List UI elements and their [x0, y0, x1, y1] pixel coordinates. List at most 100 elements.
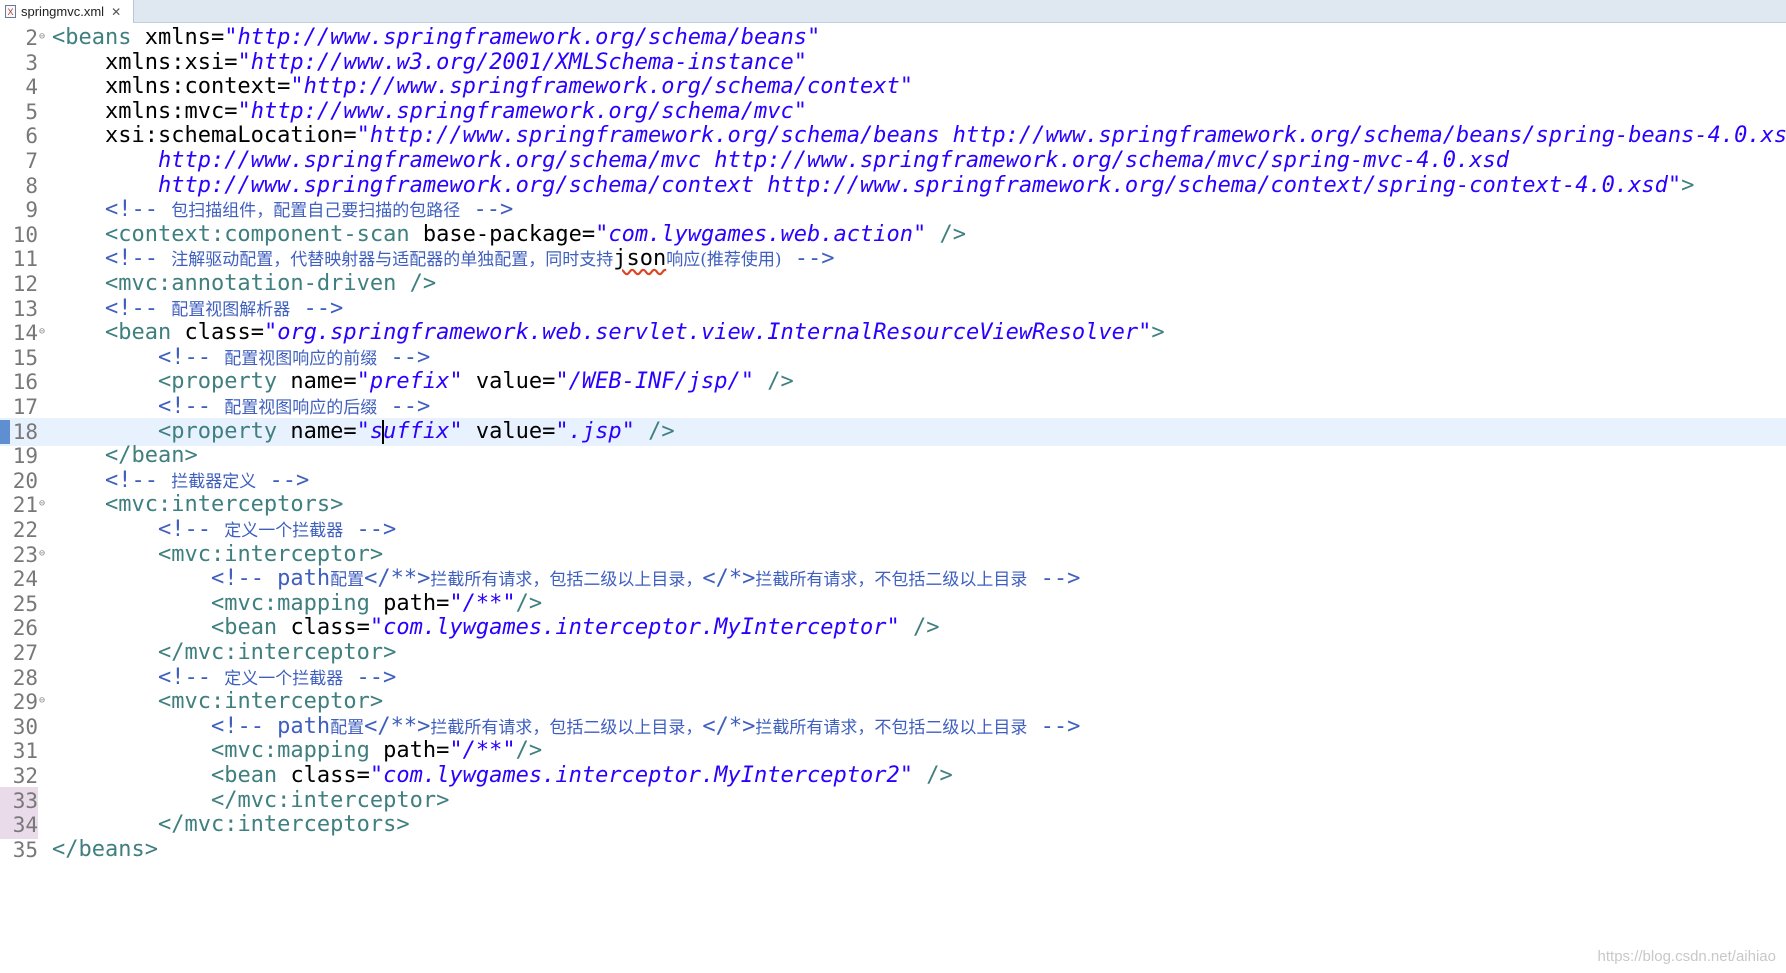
- code-token: -->: [460, 197, 514, 223]
- line-number: 35: [12, 837, 38, 862]
- code-token: "http://www.springframework.org/schema/b…: [356, 123, 1786, 149]
- code-token: "org.springframework.web.servlet.view.In…: [263, 320, 1152, 346]
- code-token: -->: [343, 664, 397, 690]
- code-token: base-package: [422, 221, 582, 247]
- code-token: />: [754, 369, 794, 395]
- code-token: >: [1681, 172, 1695, 198]
- code-token: 定义一个拦截器: [224, 668, 344, 689]
- code-token: -->: [781, 246, 835, 272]
- code-token: 配置视图响应的后缀: [224, 398, 378, 418]
- tab-springmvc-xml[interactable]: X springmvc.xml ✕: [0, 0, 134, 23]
- code-token: =: [436, 590, 450, 616]
- xml-file-icon: X: [5, 5, 16, 18]
- code-token: =: [277, 74, 291, 100]
- code-token: path: [383, 738, 437, 764]
- code-token: <!--: [104, 467, 172, 493]
- code-token: -->: [377, 394, 431, 419]
- code-token: =: [224, 49, 238, 75]
- fold-toggle-icon[interactable]: ⊖: [39, 491, 48, 517]
- code-token: <!--: [157, 664, 225, 690]
- code-token: <mvc:interceptor>: [157, 689, 384, 715]
- code-token: -->: [290, 295, 344, 321]
- code-token: />: [926, 221, 966, 247]
- code-token: value: [475, 418, 543, 444]
- code-token: class: [290, 763, 357, 788]
- code-token: 配置视图响应的前缀: [224, 348, 378, 369]
- code-token: 拦截器定义: [171, 471, 257, 492]
- code-token: "s: [356, 418, 384, 444]
- code-token: <property: [157, 369, 291, 395]
- code-token: xmlns: [144, 25, 211, 50]
- fold-toggle-icon[interactable]: ⊖: [39, 541, 48, 567]
- code-token: =: [343, 369, 357, 395]
- code-token: =: [224, 98, 238, 124]
- code-token: http://www.springframework.org/schema/co…: [157, 172, 1682, 198]
- code-token: json: [613, 246, 667, 272]
- code-token: "/WEB-INF/jsp/": [555, 369, 755, 395]
- code-token: "http://www.springframework.org/schema/b…: [224, 25, 821, 50]
- code-token: </**>: [364, 566, 431, 592]
- code-token: 拦截所有请求，不包括二级以上目录: [755, 570, 1028, 591]
- fold-toggle-icon[interactable]: ⊖: [39, 319, 48, 345]
- code-token: =: [581, 221, 596, 247]
- code-token: =: [343, 418, 357, 444]
- code-token: class: [290, 615, 357, 641]
- code-token: </mvc:interceptors>: [157, 812, 410, 838]
- tab-title: springmvc.xml: [21, 4, 105, 19]
- code-token: 配置: [330, 570, 365, 591]
- code-token: 配置视图解析器: [171, 299, 291, 320]
- code-line[interactable]: 35 </beans>: [0, 836, 1786, 864]
- code-token: path: [383, 590, 437, 616]
- code-token: -->: [377, 344, 431, 370]
- code-token: >: [1151, 320, 1165, 346]
- code-token: <!--: [157, 394, 225, 419]
- code-token: </*>: [702, 713, 756, 739]
- code-token: "prefix": [356, 369, 463, 395]
- code-token: </beans>: [52, 836, 158, 862]
- code-token: <!--: [157, 344, 225, 370]
- line-content: </beans>: [52, 836, 158, 864]
- code-token: "http://www.w3.org/2001/XMLSchema-instan…: [237, 49, 807, 75]
- close-icon[interactable]: ✕: [111, 5, 121, 19]
- code-token: <!--: [104, 197, 172, 223]
- code-token: <!-- path: [210, 566, 331, 592]
- fold-toggle-icon[interactable]: ⊖: [39, 688, 48, 714]
- code-token: <mvc:annotation-driven />: [104, 271, 437, 296]
- code-token: "/**": [449, 590, 516, 616]
- code-token: 拦截所有请求，包括二级以上目录，: [430, 717, 703, 738]
- code-token: http://www.springframework.org/schema/mv…: [157, 148, 1509, 173]
- code-token: <mvc:mapping: [210, 590, 384, 616]
- code-editor[interactable]: 2 ⊖ <beans xmlns="http://www.springframewo…: [0, 24, 1786, 973]
- code-token: 注解驱动配置，代替映射器与适配器的单独配置，同时支持: [171, 250, 614, 271]
- code-token: </mvc:interceptor>: [210, 787, 450, 813]
- code-token: xmlns:xsi: [104, 49, 225, 75]
- code-token: />: [515, 590, 543, 616]
- code-token: "com.lywgames.interceptor.MyInterceptor": [369, 615, 900, 641]
- fold-toggle-icon[interactable]: ⊖: [39, 24, 48, 50]
- code-token: -->: [343, 517, 397, 542]
